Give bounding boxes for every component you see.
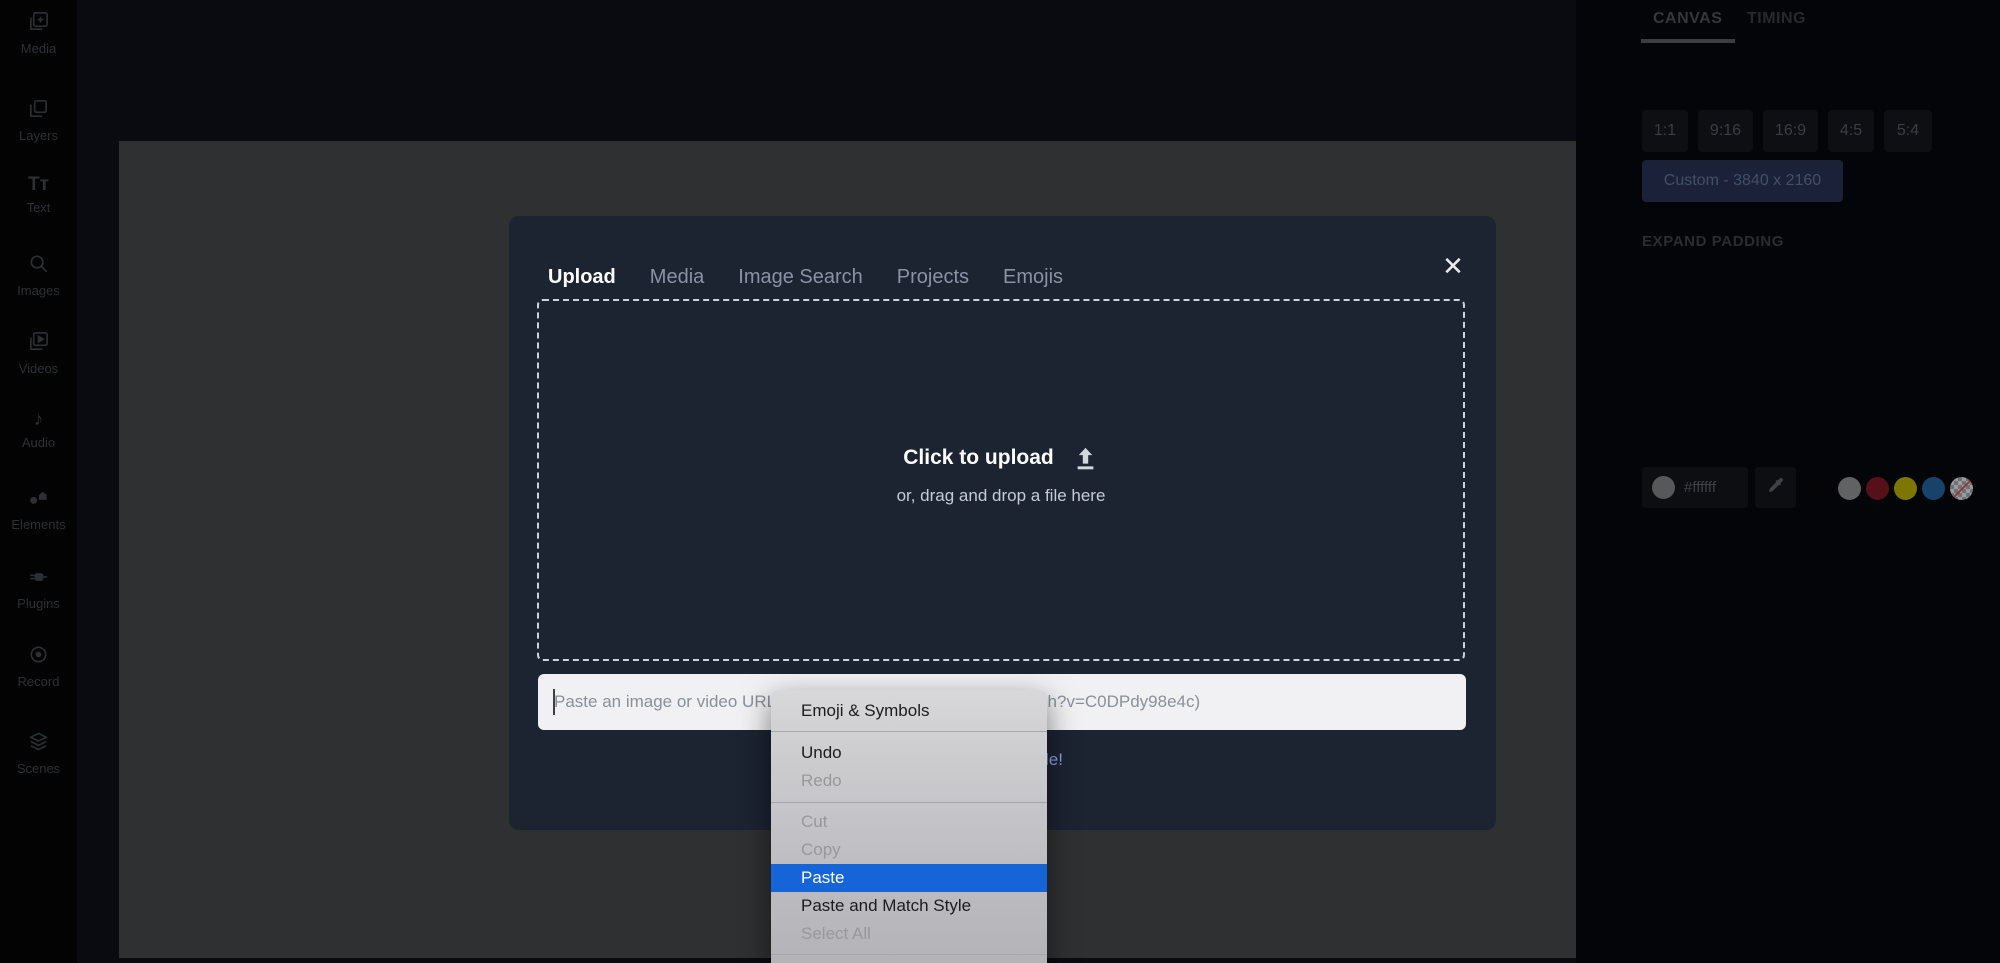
tab-timing[interactable]: TIMING	[1747, 10, 1806, 28]
swatch-white[interactable]	[1838, 477, 1861, 500]
sidebar-item-label: Plugins	[17, 596, 60, 611]
sidebar-item-plugins[interactable]: Plugins	[0, 565, 77, 621]
music-note-icon: ♪	[34, 409, 44, 432]
app-screen: Media Layers Tт Text Images Videos ♪ Aud…	[0, 0, 2000, 963]
sidebar-item-text[interactable]: Tт Text	[0, 174, 77, 230]
sidebar-item-label: Layers	[19, 128, 58, 143]
active-tab-underline	[1641, 39, 1735, 43]
sidebar-item-images[interactable]: Images	[0, 252, 77, 308]
sidebar-item-record[interactable]: Record	[0, 643, 77, 699]
background-hex-value: #ffffff	[1684, 479, 1716, 496]
dropzone-subtitle: or, drag and drop a file here	[897, 486, 1106, 506]
record-icon	[27, 643, 50, 671]
background-swatches	[1810, 477, 1973, 500]
sidebar-item-label: Media	[21, 41, 56, 56]
current-color-swatch	[1652, 476, 1675, 499]
upload-arrow-icon	[1072, 445, 1099, 472]
layers-icon	[27, 97, 50, 125]
menu-item-select-all[interactable]: Select All	[771, 920, 1047, 948]
media-plus-icon	[27, 10, 50, 38]
sidebar-item-layers[interactable]: Layers	[0, 97, 77, 153]
sidebar-item-label: Scenes	[17, 761, 60, 776]
shapes-icon	[27, 486, 50, 514]
left-toolbar: Media Layers Tт Text Images Videos ♪ Aud…	[0, 0, 77, 963]
video-icon	[27, 330, 50, 358]
eyedropper-icon	[1766, 476, 1785, 500]
sidebar-item-media[interactable]: Media	[0, 10, 77, 66]
sidebar-item-label: Text	[27, 200, 51, 215]
close-icon[interactable]: ✕	[1436, 249, 1470, 283]
expand-padding-label: EXPAND PADDING	[1642, 233, 1784, 250]
menu-group-clipboard: Cut Copy Paste Paste and Match Style Sel…	[771, 803, 1047, 948]
aspect-ratio-options: 1:1 9:16 16:9 4:5 5:4	[1642, 110, 1932, 152]
sidebar-item-scenes[interactable]: Scenes	[0, 730, 77, 786]
menu-item-redo[interactable]: Redo	[771, 767, 1047, 795]
swatch-transparent[interactable]	[1950, 477, 1973, 500]
hint-text-fragment: le!	[1045, 750, 1063, 770]
ratio-16-9-button[interactable]: 16:9	[1763, 110, 1818, 152]
text-icon: Tт	[28, 174, 49, 197]
background-hex-button[interactable]: #ffffff	[1642, 467, 1748, 508]
upload-modal-tabs: Upload Media Image Search Projects Emoji…	[548, 266, 1063, 289]
menu-item-paste-match-style[interactable]: Paste and Match Style	[771, 892, 1047, 920]
custom-size-button[interactable]: Custom - 3840 x 2160	[1642, 160, 1843, 202]
sidebar-item-audio[interactable]: ♪ Audio	[0, 409, 77, 465]
ratio-4-5-button[interactable]: 4:5	[1828, 110, 1874, 152]
swatch-red[interactable]	[1866, 477, 1889, 500]
sidebar-item-label: Audio	[22, 435, 55, 450]
eyedropper-button[interactable]	[1755, 467, 1796, 508]
sidebar-item-elements[interactable]: Elements	[0, 486, 77, 542]
menu-item-emoji-symbols[interactable]: Emoji & Symbols	[771, 690, 1047, 731]
tab-projects[interactable]: Projects	[897, 266, 969, 289]
dropzone-title-row: Click to upload	[903, 445, 1099, 472]
tab-emojis[interactable]: Emojis	[1003, 266, 1063, 289]
menu-item-copy[interactable]: Copy	[771, 836, 1047, 864]
sidebar-item-label: Videos	[19, 361, 59, 376]
text-caret	[553, 689, 555, 715]
sidebar-item-label: Elements	[11, 517, 65, 532]
tab-canvas[interactable]: CANVAS	[1653, 10, 1722, 28]
menu-item-undo[interactable]: Undo	[771, 739, 1047, 767]
tab-upload[interactable]: Upload	[548, 266, 616, 289]
dropzone-title: Click to upload	[903, 446, 1054, 470]
swatch-yellow[interactable]	[1894, 477, 1917, 500]
upload-dropzone[interactable]: Click to upload or, drag and drop a file…	[537, 299, 1465, 661]
scenes-stack-icon	[27, 730, 50, 758]
menu-item-cut[interactable]: Cut	[771, 808, 1047, 836]
ratio-9-16-button[interactable]: 9:16	[1698, 110, 1753, 152]
menu-group-undo-redo: Undo Redo	[771, 732, 1047, 795]
swatch-blue[interactable]	[1922, 477, 1945, 500]
tab-media[interactable]: Media	[650, 266, 704, 289]
context-menu: Emoji & Symbols Undo Redo Cut Copy Paste…	[771, 690, 1047, 963]
menu-separator	[771, 954, 1047, 955]
plug-icon	[27, 565, 50, 593]
tab-image-search[interactable]: Image Search	[738, 266, 863, 289]
ratio-5-4-button[interactable]: 5:4	[1884, 110, 1932, 152]
sidebar-item-label: Record	[18, 674, 60, 689]
sidebar-item-videos[interactable]: Videos	[0, 330, 77, 386]
image-search-icon	[27, 252, 50, 280]
swatch-black[interactable]	[1810, 477, 1833, 500]
menu-item-paste[interactable]: Paste	[771, 864, 1047, 892]
ratio-1-1-button[interactable]: 1:1	[1642, 110, 1688, 152]
sidebar-item-label: Images	[17, 283, 60, 298]
